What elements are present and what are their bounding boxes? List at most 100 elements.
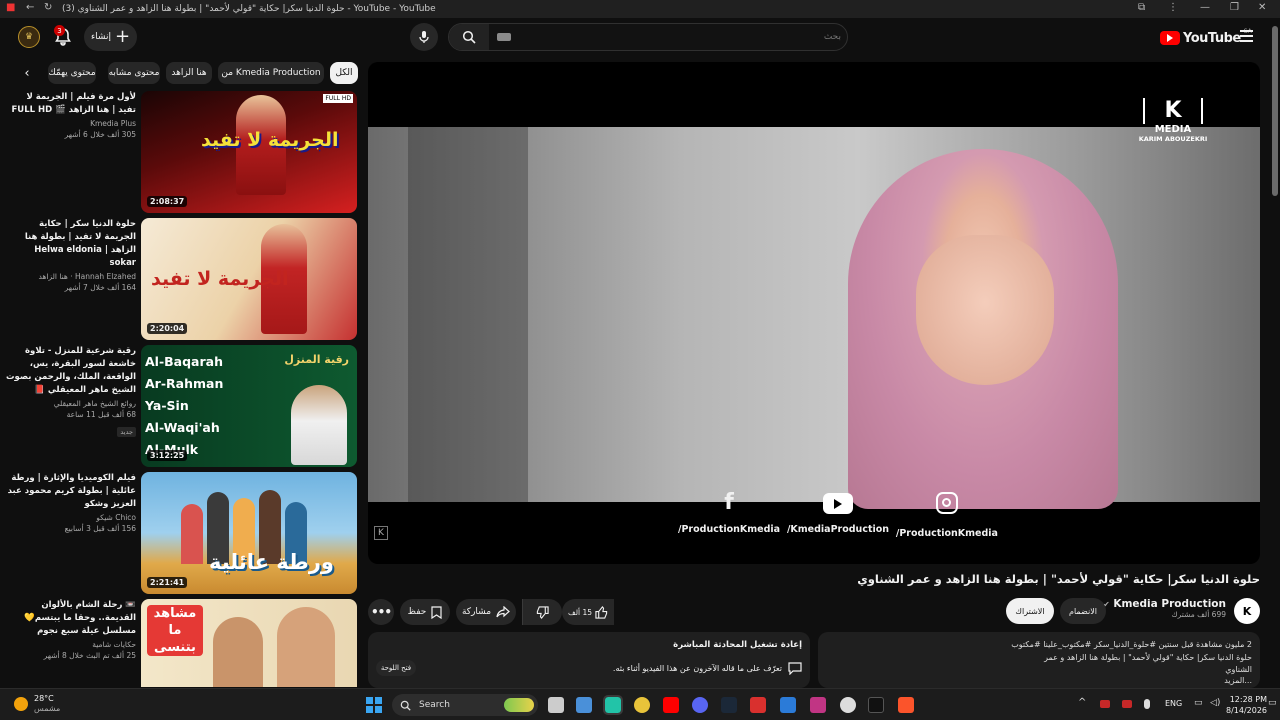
description-more[interactable]: ...المزيد [826, 676, 1252, 685]
taskbar-search[interactable]: Search [392, 694, 538, 716]
bookmark-icon [431, 605, 442, 619]
scrollbar-thumb[interactable] [1272, 26, 1278, 196]
recommendation-channel[interactable]: روائع الشيخ ماهر المعيقلي [6, 399, 136, 408]
chrome-icon[interactable] [634, 697, 650, 713]
list-item[interactable]: الجريمة لا تفيد FULL HD 2:08:37 لأول مرة… [4, 91, 360, 213]
channel-avatar[interactable]: K [1234, 598, 1260, 624]
recommendation-title[interactable]: فيلم الكوميديا والإثارة | ورطة عائلية | … [6, 472, 136, 511]
recommendation-meta: رقية شرعية للمنزل - تلاوة خاشعة لسور الب… [6, 345, 136, 438]
list-item[interactable]: الجريمة لا تفيد 2:20:04 حلوة الدنيا سكر … [4, 218, 360, 340]
chip-interesting[interactable]: محتوى يهمّك [48, 62, 96, 84]
recommendation-stats: 156 ألف قبل 3 أسابيع [64, 524, 136, 533]
search-button[interactable] [449, 24, 489, 50]
watermark-brand: MEDIA [1154, 124, 1192, 135]
logo-text: YouTube [1183, 30, 1241, 46]
chip-from-channel[interactable]: من Kmedia Production [218, 62, 324, 84]
youtube-logo[interactable]: YouTube SA [1160, 28, 1252, 48]
notification-center-icon[interactable]: ▭ [1268, 698, 1277, 708]
list-item[interactable]: مشاهد ما بتنسى 📼 رحلة الشام بالألوان الق… [4, 599, 360, 687]
task-view-icon[interactable] [548, 697, 564, 713]
notifications-button[interactable]: 3 [52, 25, 74, 48]
live-chat-subtitle: تعرّف على ما قاله الآخرون عن هذا الفيديو… [612, 664, 782, 673]
video-thumbnail[interactable]: الجريمة لا تفيد 2:20:04 [141, 218, 357, 340]
video-thumbnail[interactable]: مشاهد ما بتنسى [141, 599, 357, 687]
keyboard-icon[interactable] [497, 33, 511, 41]
volume-icon[interactable]: ◁) [1210, 698, 1220, 708]
tray-app-icon[interactable] [1122, 700, 1132, 708]
discord-icon[interactable] [692, 697, 708, 713]
instagram-icon[interactable] [810, 697, 826, 713]
subscribe-button[interactable]: الاشتراك [1006, 598, 1054, 624]
thumbs-down-icon [536, 605, 549, 619]
youtube-icon [822, 493, 853, 514]
language-indicator[interactable]: ENG [1165, 699, 1182, 708]
settings-icon[interactable] [840, 697, 856, 713]
weather-widget[interactable]: 28°C مشمس [34, 694, 60, 714]
reload-icon[interactable]: ↻ [44, 2, 52, 13]
clock[interactable]: 12:28 PM 8/14/2026 [1226, 694, 1267, 716]
voice-search-button[interactable] [410, 23, 438, 51]
avatar[interactable]: ♛ [18, 26, 40, 48]
hamburger-menu-icon[interactable] [1240, 30, 1253, 42]
brave-icon[interactable] [898, 697, 914, 713]
social-link[interactable]: /ProductionKmedia [896, 490, 998, 539]
instagram-icon [935, 492, 958, 514]
recommendation-meta: 📼 رحلة الشام بالألوان القديمة.. وحقا ما … [6, 599, 136, 660]
video-thumbnail[interactable]: Al-Baqarah Ar-Rahman Ya-Sin Al-Waqi'ah A… [141, 345, 357, 467]
youtube-app-icon[interactable] [663, 697, 679, 713]
page-scrollbar[interactable] [1270, 18, 1280, 688]
masthead: ♛ 3 إنشاء + YouTube SA [0, 18, 1280, 58]
menu-dots-icon[interactable]: ⋮ [1168, 2, 1178, 13]
back-icon[interactable]: ← [26, 2, 34, 13]
start-button[interactable] [366, 697, 382, 713]
channel-name[interactable]: Kmedia Production [1113, 598, 1226, 610]
like-button[interactable]: 15 ألف [562, 599, 614, 625]
extensions-icon[interactable]: ⧉ [1138, 2, 1145, 13]
tiktok-icon[interactable] [868, 697, 884, 713]
create-button[interactable]: إنشاء + [84, 23, 137, 51]
chip-all[interactable]: الكل [330, 62, 358, 84]
join-button[interactable]: الانضمام [1060, 598, 1106, 624]
chip-hana[interactable]: هنا الزاهد [166, 62, 212, 84]
chips-scroll-chevron-icon[interactable]: ‹ [16, 62, 38, 84]
subscriber-count: 699 ألف مشترك [1171, 610, 1226, 619]
thumbs-up-icon [595, 605, 608, 619]
app-icon[interactable] [750, 697, 766, 713]
video-thumbnail[interactable]: ورطة عائلية 2:21:41 [141, 472, 357, 594]
chip-similar[interactable]: محتوى مشابه [108, 62, 160, 84]
minimize-icon[interactable]: — [1200, 2, 1210, 13]
close-icon[interactable]: ✕ [1258, 2, 1266, 13]
social-link[interactable]: f /ProductionKmedia [678, 490, 780, 539]
video-player[interactable]: K MEDIA KARIM ABOUZEKRI K f /ProductionK… [368, 62, 1260, 564]
list-item[interactable]: Al-Baqarah Ar-Rahman Ya-Sin Al-Waqi'ah A… [4, 345, 360, 467]
search-input[interactable] [519, 27, 841, 47]
maximize-icon[interactable]: ❐ [1230, 2, 1239, 13]
file-explorer-icon[interactable] [576, 697, 592, 713]
network-icon[interactable]: ▭ [1194, 698, 1203, 708]
save-button[interactable]: حفظ [400, 599, 450, 625]
surah-list: Al-Baqarah Ar-Rahman Ya-Sin Al-Waqi'ah A… [145, 354, 224, 457]
tray-app-icon[interactable] [1100, 700, 1110, 708]
recommendation-channel[interactable]: Chico شيكو [6, 513, 136, 522]
recommendation-title[interactable]: لأول مرة فيلم | الجريمة لا تفيد | هنا ال… [6, 91, 136, 117]
share-button[interactable]: مشاركة [456, 599, 516, 625]
recommendation-title[interactable]: رقية شرعية للمنزل - تلاوة خاشعة لسور الب… [6, 345, 136, 397]
app-icon[interactable] [780, 697, 796, 713]
video-thumbnail[interactable]: الجريمة لا تفيد FULL HD 2:08:37 [141, 91, 357, 213]
description-box[interactable]: 2 مليون مشاهدة قبل سنتين #حلوة_الدنيا_سك… [818, 632, 1260, 688]
steam-icon[interactable] [721, 697, 737, 713]
weather-icon[interactable] [14, 697, 28, 711]
recommendation-title[interactable]: 📼 رحلة الشام بالألوان القديمة.. وحقا ما … [6, 599, 136, 638]
recommendation-channel[interactable]: Hannah Elzahed · هنا الزاهد [6, 272, 137, 281]
open-panel-button[interactable]: فتح اللوحة [376, 660, 416, 676]
microphone-icon[interactable] [1144, 699, 1150, 709]
list-item[interactable]: ورطة عائلية 2:21:41 فيلم الكوميديا والإث… [4, 472, 360, 594]
recommendation-title[interactable]: حلوة الدنيا سكر | حكاية الجريمة لا تفيد … [6, 218, 136, 270]
more-actions-icon[interactable]: ••• [368, 599, 394, 625]
recommendation-channel[interactable]: حكايات شامية [6, 640, 136, 649]
tray-chevron-icon[interactable]: ^ [1078, 697, 1086, 708]
dislike-button[interactable] [522, 599, 562, 625]
chat-app-icon[interactable] [603, 695, 623, 715]
social-link[interactable]: /KmediaProduction [787, 490, 889, 539]
recommendation-channel[interactable]: Kmedia Plus [6, 119, 136, 128]
